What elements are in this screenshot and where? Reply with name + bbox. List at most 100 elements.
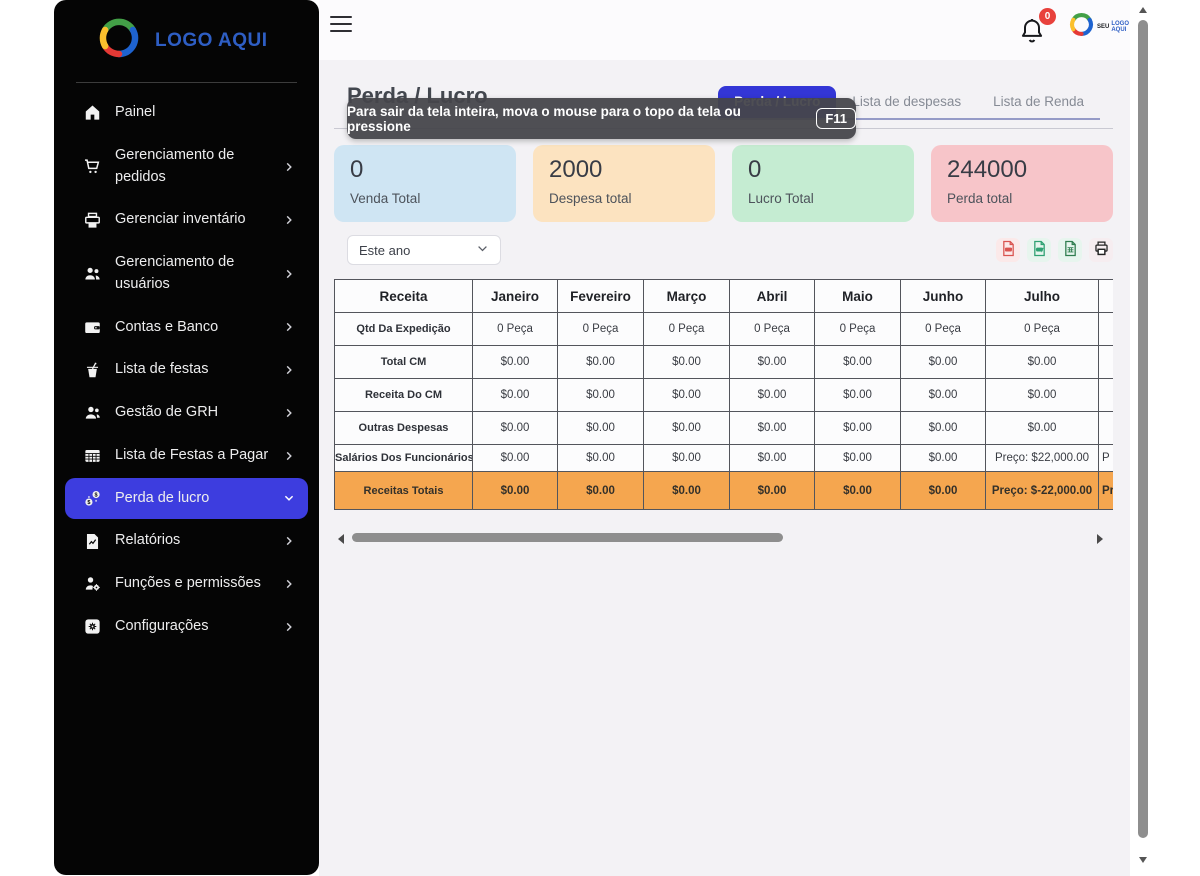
sidebar-item-label: Relatórios	[115, 530, 270, 552]
column-header	[1099, 280, 1114, 313]
table-cell: $0.00	[473, 346, 558, 379]
people-icon	[82, 403, 102, 423]
stat-cards: 0Venda Total2000Despesa total 0 Lucro Tota…	[334, 145, 1113, 222]
table-row: Outras Despesas$0.00$0.00$0.00$0.00$0.00…	[335, 412, 1114, 445]
table-cell: $0.00	[730, 379, 815, 412]
table-cell: $0.00	[644, 412, 730, 445]
sidebar-item-relatorios[interactable]: Relatórios	[65, 520, 308, 562]
sidebar-item-label: Gestão de GRH	[115, 402, 270, 424]
table-cell: $0.00	[815, 412, 901, 445]
table-cell: $0.00	[815, 472, 901, 510]
sidebar-item-funcoes-e-permissoes[interactable]: Funções e permissões	[65, 563, 308, 605]
vertical-scrollbar	[1138, 0, 1148, 876]
table-cell: 0 Peça	[473, 313, 558, 346]
sidebar-item-perda-de-lucro[interactable]: $$Perda de lucro	[65, 478, 308, 520]
table-row: Salários Dos Funcionários$0.00$0.00$0.00…	[335, 445, 1114, 472]
profit-loss-table-wrap: ReceitaJaneiroFevereiroMarçoAbrilMaioJun…	[334, 279, 1113, 510]
table-controls: Este ano PDF CSV	[334, 234, 1113, 266]
table-cell: $0.00	[644, 346, 730, 379]
stat-card-label: Venda Total	[350, 191, 500, 206]
table-cell: $0.00	[815, 445, 901, 472]
table-cell: $0.00	[558, 445, 644, 472]
table-total-row: Receitas Totais$0.00$0.00$0.00$0.00$0.00…	[335, 472, 1114, 510]
tab-lista-de-renda[interactable]: Lista de Renda	[977, 86, 1100, 118]
export-csv-button[interactable]: CSV	[1027, 238, 1051, 262]
table-cell: $0.00	[986, 412, 1099, 445]
sidebar-nav: PainelGerenciamento de pedidos Gerenciar …	[54, 87, 319, 659]
sidebar-divider	[76, 82, 297, 83]
table-cell	[1099, 412, 1114, 445]
inventory-icon	[82, 210, 102, 230]
export-excel-icon	[1062, 240, 1079, 260]
table-cell: 0 Peça	[815, 313, 901, 346]
table-cell: $0.00	[558, 472, 644, 510]
export-buttons: PDF CSV	[996, 238, 1113, 262]
table-cell: $0.00	[815, 346, 901, 379]
users-icon	[82, 264, 102, 284]
avatar-brand-text-2: LOGO AQUI	[1111, 21, 1130, 33]
sidebar-item-gerenciamento-de-pedidos[interactable]: Gerenciamento de pedidos	[65, 135, 308, 199]
cart-icon	[82, 157, 102, 177]
horizontal-scrollbar-thumb[interactable]	[352, 533, 783, 542]
sidebar-item-gerenciar-inventario[interactable]: Gerenciar inventário	[65, 199, 308, 241]
table-header-row: ReceitaJaneiroFevereiroMarçoAbrilMaioJun…	[335, 280, 1114, 313]
sidebar-item-label: Configurações	[115, 616, 270, 638]
sidebar-item-label: Lista de festas	[115, 359, 270, 381]
table-cell: $0.00	[644, 445, 730, 472]
sidebar-item-lista-de-festas-a-pagar[interactable]: Lista de Festas a Pagar	[65, 435, 308, 477]
topbar: 0 SEU LOGO AQUI	[319, 0, 1130, 60]
stat-card-perda-total: 244000Perda total	[931, 145, 1113, 222]
home-icon	[82, 103, 102, 123]
row-label: Receitas Totais	[335, 472, 473, 510]
chevron-down-icon	[476, 242, 489, 258]
table-cell: 0 Peça	[644, 313, 730, 346]
report-icon	[82, 531, 102, 551]
scroll-down-arrow-icon[interactable]	[1139, 857, 1147, 863]
stat-card-label: Lucro Total	[748, 191, 898, 206]
sidebar-item-lista-de-festas[interactable]: Lista de festas	[65, 349, 308, 391]
table-cell: $0.00	[901, 379, 986, 412]
vertical-scrollbar-thumb[interactable]	[1138, 20, 1148, 838]
notifications-button[interactable]: 0	[1018, 16, 1050, 48]
period-select[interactable]: Este ano	[347, 235, 501, 265]
bell-icon	[1018, 31, 1046, 48]
table-cell: $0.00	[901, 445, 986, 472]
table-cell: $0.00	[473, 412, 558, 445]
table-row: Total CM$0.00$0.00$0.00$0.00$0.00$0.00$0…	[335, 346, 1114, 379]
export-excel-button[interactable]	[1058, 238, 1082, 262]
chevron-right-icon	[283, 407, 295, 419]
stat-card-despesa-total: 2000Despesa total	[533, 145, 715, 222]
fullscreen-exit-tooltip: Para sair da tela inteira, mova o mouse …	[347, 98, 856, 139]
tab-lista-de-despesas[interactable]: Lista de despesas	[836, 86, 977, 118]
table-cell: $0.00	[986, 346, 1099, 379]
sidebar-item-contas-e-banco[interactable]: Contas e Banco	[65, 307, 308, 349]
table-cell: $0.00	[730, 346, 815, 379]
hamburger-menu-icon[interactable]	[330, 14, 352, 34]
scroll-up-arrow-icon[interactable]	[1139, 7, 1147, 13]
scroll-left-arrow-icon[interactable]	[338, 534, 344, 544]
sidebar-item-label: Gerenciar inventário	[115, 209, 270, 231]
sidebar-item-painel[interactable]: Painel	[65, 92, 308, 134]
stat-card-lucro-total: 0 Lucro Total	[732, 145, 914, 222]
stat-card-value: 0	[748, 156, 898, 184]
avatar[interactable]: SEU LOGO AQUI	[1068, 11, 1130, 43]
sidebar-item-gestao-de-grh[interactable]: Gestão de GRH	[65, 392, 308, 434]
table-cell: Pr	[1099, 472, 1114, 510]
scroll-right-arrow-icon[interactable]	[1097, 534, 1103, 544]
table-cell: $0.00	[558, 412, 644, 445]
column-header: Maio	[815, 280, 901, 313]
column-header: Março	[644, 280, 730, 313]
stat-card-label: Perda total	[947, 191, 1097, 206]
sidebar-item-configuracoes[interactable]: Configurações	[65, 606, 308, 648]
row-label: Qtd Da Expedição	[335, 313, 473, 346]
column-header: Abril	[730, 280, 815, 313]
column-header: Julho	[986, 280, 1099, 313]
stat-card-venda-total: 0Venda Total	[334, 145, 516, 222]
export-pdf-button[interactable]: PDF	[996, 238, 1020, 262]
sidebar-item-gerenciamento-de-usuarios[interactable]: Gerenciamento de usuários	[65, 242, 308, 306]
print-button[interactable]	[1089, 238, 1113, 262]
row-label: Total CM	[335, 346, 473, 379]
profit-loss-table: ReceitaJaneiroFevereiroMarçoAbrilMaioJun…	[334, 279, 1113, 510]
table-cell: $0.00	[473, 379, 558, 412]
column-header: Janeiro	[473, 280, 558, 313]
